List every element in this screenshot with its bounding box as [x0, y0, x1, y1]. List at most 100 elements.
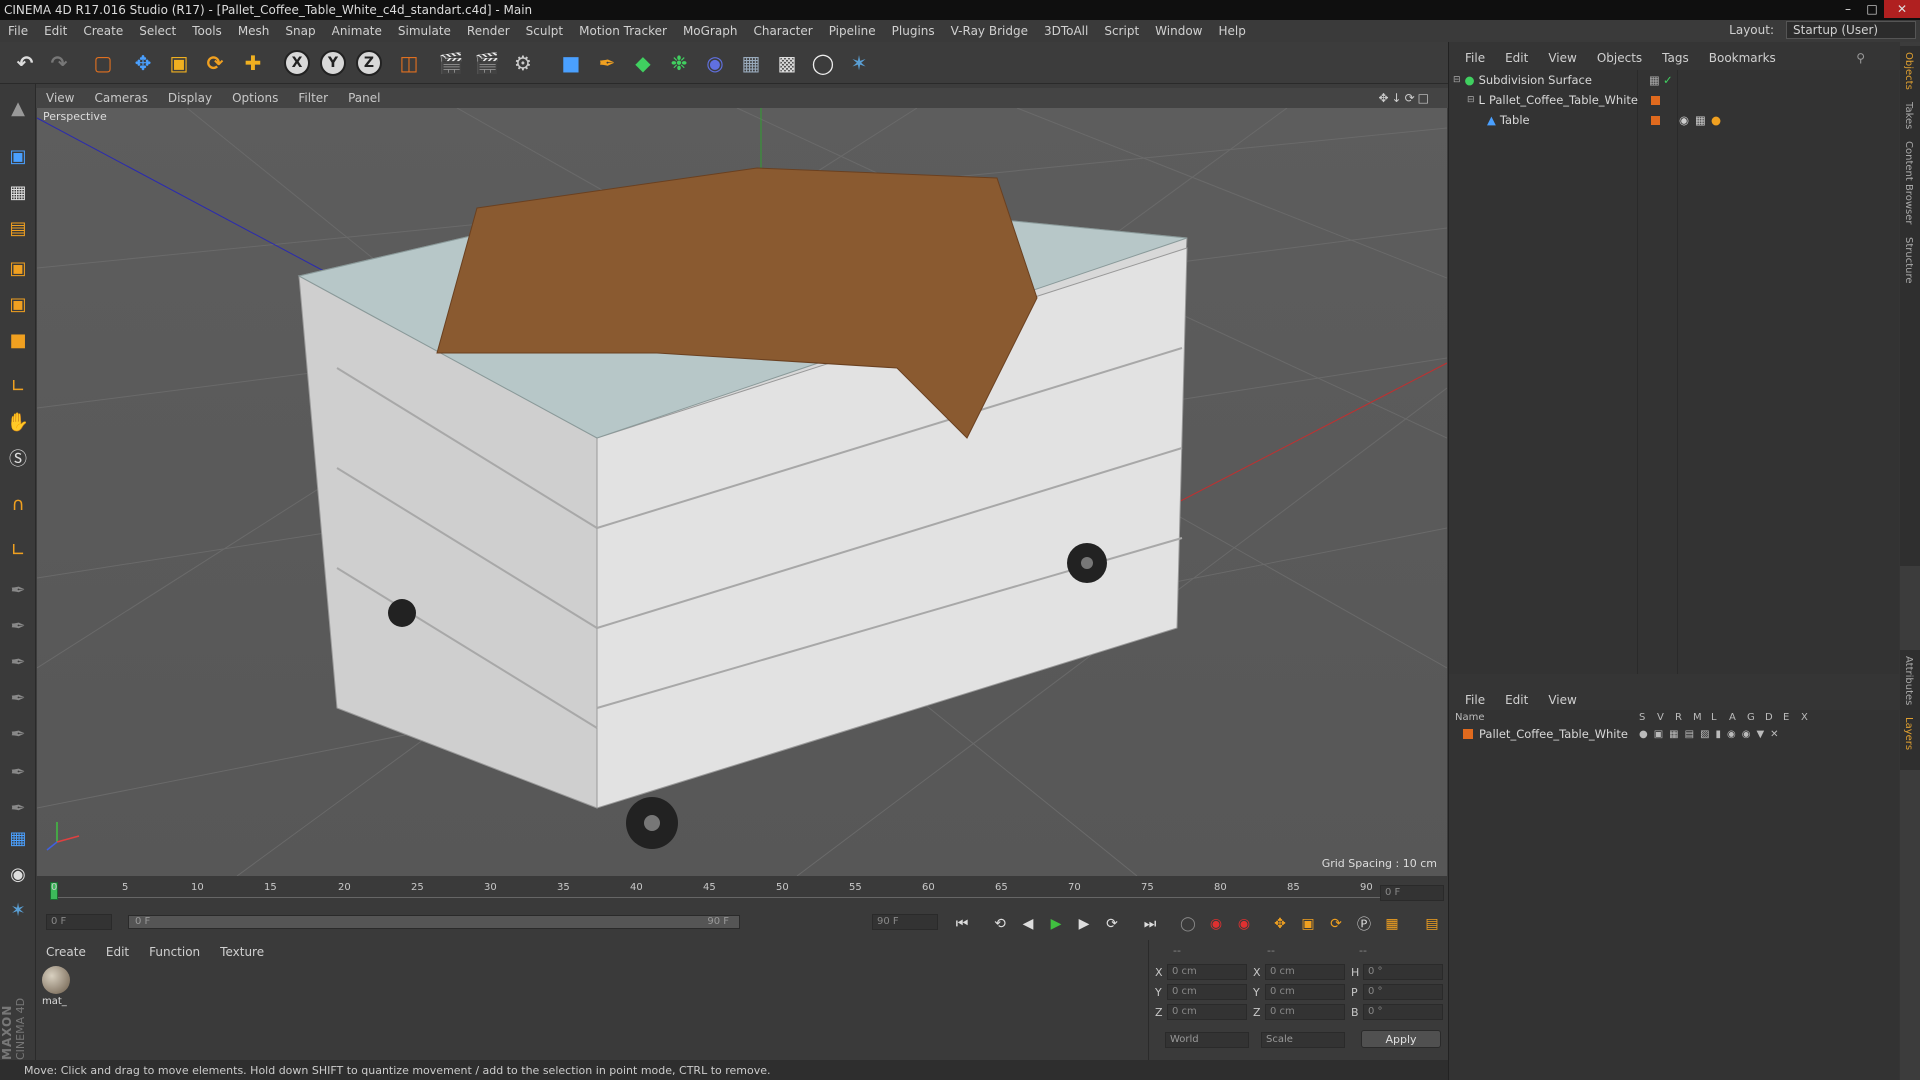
sculpt-brush-icon[interactable]: ✒	[2, 574, 34, 606]
menu-mesh[interactable]: Mesh	[230, 24, 278, 38]
current-frame-field[interactable]: 0 F	[1380, 885, 1444, 901]
edges-mode-icon[interactable]: ▣	[2, 288, 34, 320]
side-tab-takes[interactable]: Takes	[1900, 96, 1917, 135]
deformer-icon[interactable]: ◉	[700, 48, 730, 78]
model-mode-icon[interactable]: ▣	[2, 140, 34, 172]
om-menu-file[interactable]: File	[1455, 51, 1495, 65]
layer-col-header[interactable]: X	[1801, 712, 1819, 723]
rotation-b-field[interactable]: 0 °	[1363, 1004, 1443, 1020]
light-object-icon[interactable]: ◯	[808, 48, 838, 78]
vp-menu-panel[interactable]: Panel	[338, 91, 390, 105]
object-row-pallet[interactable]: ⊟ L Pallet_Coffee_Table_White	[1467, 90, 1887, 110]
layer-col-header[interactable]: M	[1693, 712, 1711, 723]
viewport-perspective[interactable]: Perspective Grid Spacing : 10 cm	[37, 108, 1447, 876]
layer-row[interactable]: Pallet_Coffee_Table_White ●▣▦▤▨▮◉◉▼✕	[1463, 724, 1893, 744]
y-axis-lock-button[interactable]: Y	[318, 48, 348, 78]
phong-tag-icon[interactable]: ●	[1711, 113, 1721, 127]
side-tab-objects[interactable]: Objects	[1900, 46, 1917, 96]
transform-tool-icon[interactable]: ✚	[238, 48, 268, 78]
enabled-check-icon[interactable]: ✓	[1663, 73, 1673, 87]
python-icon[interactable]: ✶	[844, 48, 874, 78]
vp-menu-options[interactable]: Options	[222, 91, 288, 105]
key-parameter-icon[interactable]: Ⓟ	[1352, 912, 1376, 936]
object-row-table[interactable]: ▲ Table ◉ ▦ ●	[1483, 110, 1893, 130]
sculpt-layer-icon[interactable]: ◉	[2, 858, 34, 890]
menu-3dtoall[interactable]: 3DToAll	[1036, 24, 1096, 38]
menu-select[interactable]: Select	[131, 24, 184, 38]
layer-col-header[interactable]: L	[1711, 712, 1729, 723]
rotate-tool-icon[interactable]: ⟳	[200, 48, 230, 78]
menu-snap[interactable]: Snap	[277, 24, 323, 38]
maximize-button[interactable]: □	[1860, 0, 1884, 18]
om-menu-edit[interactable]: Edit	[1495, 51, 1538, 65]
om-menu-bookmarks[interactable]: Bookmarks	[1699, 51, 1786, 65]
menu-character[interactable]: Character	[745, 24, 820, 38]
vp-menu-cameras[interactable]: Cameras	[84, 91, 157, 105]
points-mode-icon[interactable]: ▣	[2, 252, 34, 284]
goto-end-icon[interactable]: ⏭	[1138, 912, 1162, 936]
object-name[interactable]: Subdivision Surface	[1479, 73, 1592, 87]
menu-mograph[interactable]: MoGraph	[675, 24, 746, 38]
size-y-field[interactable]: 0 cm	[1265, 984, 1345, 1000]
menu-vray-bridge[interactable]: V-Ray Bridge	[943, 24, 1036, 38]
redo-icon[interactable]: ↷	[44, 48, 74, 78]
key-pla-icon[interactable]: ▦	[1380, 912, 1404, 936]
workplane-icon[interactable]: ∟	[2, 534, 34, 566]
menu-render[interactable]: Render	[459, 24, 518, 38]
menu-script[interactable]: Script	[1096, 24, 1147, 38]
side-tab-layers[interactable]: Layers	[1900, 711, 1917, 756]
vp-menu-display[interactable]: Display	[158, 91, 222, 105]
menu-sculpt[interactable]: Sculpt	[518, 24, 571, 38]
record-keys-icon[interactable]: ◯	[1176, 912, 1200, 936]
z-axis-lock-button[interactable]: Z	[354, 48, 384, 78]
om-menu-view[interactable]: View	[1538, 51, 1586, 65]
viewport-nav-icons[interactable]: ✥↓⟳□	[1368, 91, 1442, 105]
snapping-icon[interactable]: Ⓢ	[2, 442, 34, 474]
axis-mode-icon[interactable]: ∟	[2, 370, 34, 402]
render-view-icon[interactable]: 🎬	[436, 48, 466, 78]
position-x-field[interactable]: 0 cm	[1167, 964, 1247, 980]
lm-menu-file[interactable]: File	[1455, 693, 1495, 707]
vp-menu-filter[interactable]: Filter	[288, 91, 338, 105]
menu-pipeline[interactable]: Pipeline	[821, 24, 884, 38]
sculpt-flatten-icon[interactable]: ✒	[2, 718, 34, 750]
position-y-field[interactable]: 0 cm	[1167, 984, 1247, 1000]
prev-frame-icon[interactable]: ◀	[1016, 912, 1040, 936]
layer-col-header[interactable]: R	[1675, 712, 1693, 723]
magnet-icon[interactable]: ∩	[2, 488, 34, 520]
menu-help[interactable]: Help	[1210, 24, 1253, 38]
rotation-h-field[interactable]: 0 °	[1363, 964, 1443, 980]
goto-start-icon[interactable]: ⏮	[950, 912, 974, 936]
render-picture-viewer-icon[interactable]: 🎬	[472, 48, 502, 78]
scale-tool-icon[interactable]: ▣	[164, 48, 194, 78]
mat-menu-create[interactable]: Create	[36, 945, 96, 959]
python-script-icon[interactable]: ✶	[2, 894, 34, 926]
sculpt-grab-icon[interactable]: ✒	[2, 756, 34, 788]
move-tool-icon[interactable]: ✥	[128, 48, 158, 78]
floor-object-icon[interactable]: ▦	[736, 48, 766, 78]
key-position-icon[interactable]: ✥	[1268, 912, 1292, 936]
next-key-icon[interactable]: ⟳	[1100, 912, 1124, 936]
layer-toggle-icons[interactable]: ●▣▦▤▨▮◉◉▼✕	[1639, 729, 1785, 740]
end-frame-field[interactable]: 90 F	[872, 914, 938, 930]
range-slider[interactable]: 0 F 90 F	[128, 915, 740, 929]
timeline-ruler[interactable]	[52, 884, 1382, 898]
layer-col-header[interactable]: G	[1747, 712, 1765, 723]
layer-color-swatch[interactable]	[1463, 729, 1473, 739]
object-name[interactable]: Pallet_Coffee_Table_White	[1489, 93, 1638, 107]
material-thumbnail[interactable]	[42, 966, 70, 994]
layer-color-icon[interactable]	[1651, 115, 1660, 125]
undo-icon[interactable]: ↶	[10, 48, 40, 78]
sculpt-smooth-icon[interactable]: ✒	[2, 646, 34, 678]
menu-tools[interactable]: Tools	[184, 24, 230, 38]
keyframe-selection-icon[interactable]: ◉	[1232, 912, 1256, 936]
side-tab-structure[interactable]: Structure	[1900, 231, 1917, 290]
make-editable-icon[interactable]: ▲	[2, 92, 34, 124]
key-rotation-icon[interactable]: ⟳	[1324, 912, 1348, 936]
material-name[interactable]: mat_	[42, 996, 67, 1007]
menu-edit[interactable]: Edit	[36, 24, 75, 38]
menu-motion-tracker[interactable]: Motion Tracker	[571, 24, 675, 38]
layer-color-icon[interactable]	[1651, 95, 1660, 105]
object-name[interactable]: Table	[1500, 113, 1530, 127]
coordinate-system-icon[interactable]: ◫	[394, 48, 424, 78]
